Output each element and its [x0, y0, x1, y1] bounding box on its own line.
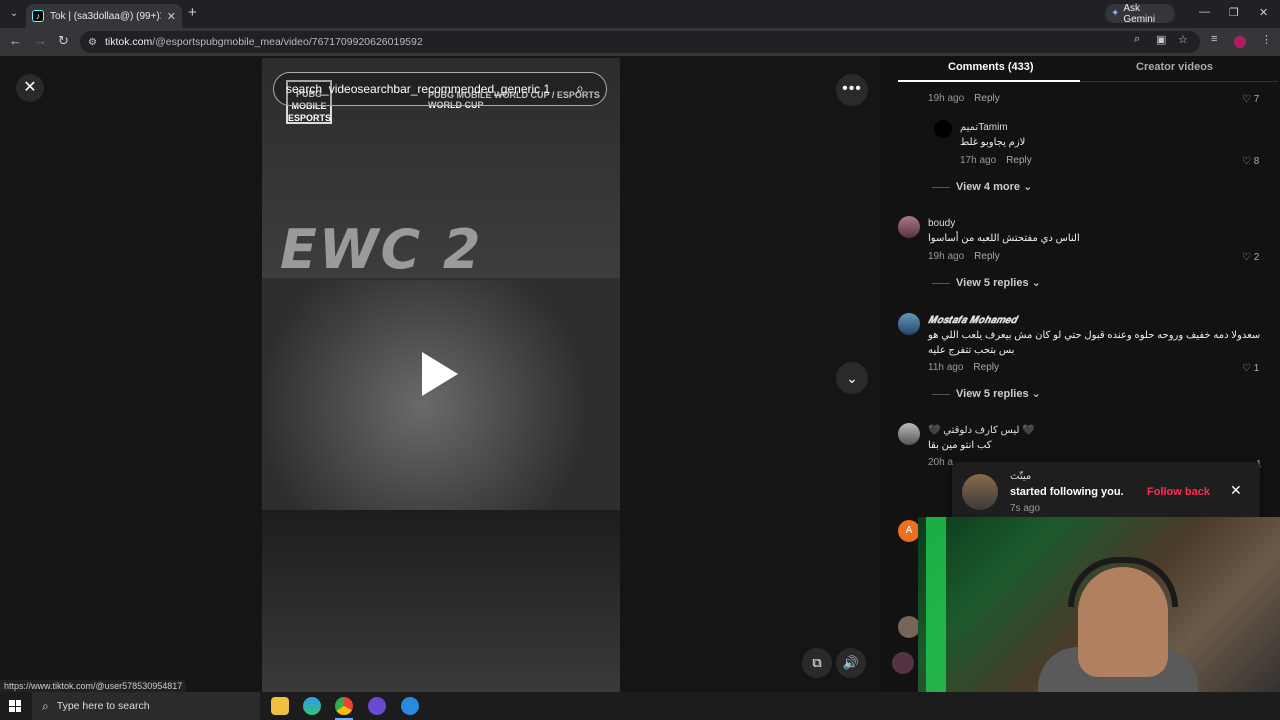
- gemini-icon: ✦: [1111, 8, 1120, 19]
- media-controls-icon[interactable]: ≡: [1211, 33, 1217, 45]
- file-explorer-icon[interactable]: [271, 697, 289, 715]
- new-tab-button[interactable]: +: [188, 5, 197, 20]
- view-replies[interactable]: View 5 replies ⌄: [932, 387, 1041, 400]
- video-player[interactable]: EWC 2 PUBG MOBILE ESPORTS PUBG MOBILE WO…: [262, 58, 620, 694]
- search-icon[interactable]: ⌕: [576, 80, 594, 98]
- tab-close-icon[interactable]: ✕: [167, 10, 176, 23]
- comment-meta: 11h ago Reply: [928, 362, 999, 373]
- comment-text: كب انتو مين بقا: [928, 440, 992, 451]
- address-bar[interactable]: ⚙ tiktok.com/@esportspubgmobile_mea/vide…: [80, 31, 1200, 53]
- site-info-icon[interactable]: ⚙: [88, 37, 97, 48]
- avatar[interactable]: [892, 652, 914, 674]
- comment-text: لازم يجاوبو غلط: [960, 137, 1026, 148]
- comment-author[interactable]: تميمTamim: [960, 122, 1008, 133]
- search-input[interactable]: search_videosearchbar_recommended_generi…: [286, 82, 576, 96]
- browser-toolbar: ← → ↻ ⚙ tiktok.com/@esportspubgmobile_me…: [0, 28, 1280, 56]
- tab-title: Tok | (sa3dollaa@) سعدولا(+99): [50, 10, 161, 22]
- reload-icon[interactable]: ↻: [58, 34, 69, 48]
- reply-button[interactable]: Reply: [974, 251, 1000, 262]
- minimize-icon[interactable]: —: [1199, 6, 1210, 18]
- avatar[interactable]: A: [898, 520, 920, 542]
- headset-icon: [1068, 557, 1178, 607]
- chrome-icon[interactable]: [335, 697, 353, 715]
- comment-text: الناس دي مفتحتش اللعبه من أساسوا: [928, 233, 1080, 244]
- active-tab-indicator: [898, 80, 1080, 82]
- reply-button[interactable]: Reply: [973, 362, 999, 373]
- tab-strip: ⌄ ♪ Tok | (sa3dollaa@) سعدولا(+99) ✕ + ✦…: [0, 0, 1280, 28]
- chevron-down-icon: ⌄: [1031, 277, 1041, 289]
- avatar[interactable]: [898, 313, 920, 335]
- obs-icon[interactable]: [368, 697, 386, 715]
- avatar[interactable]: [934, 120, 952, 138]
- avatar[interactable]: [898, 616, 920, 638]
- url-text: tiktok.com/@esportspubgmobile_mea/video/…: [104, 36, 423, 48]
- view-more-replies[interactable]: View 4 more ⌄: [932, 180, 1032, 193]
- tab-creator-videos[interactable]: Creator videos: [1136, 61, 1213, 73]
- reply-button[interactable]: Reply: [1006, 155, 1032, 166]
- comment-meta: 19h ago Reply: [928, 251, 1000, 262]
- browser-tab[interactable]: ♪ Tok | (sa3dollaa@) سعدولا(+99) ✕: [26, 4, 182, 28]
- volume-icon[interactable]: 🔊: [836, 648, 866, 678]
- avatar[interactable]: [898, 423, 920, 445]
- close-icon[interactable]: ✕: [1230, 482, 1242, 499]
- comment-author[interactable]: boudy: [928, 218, 955, 229]
- video-search-bar[interactable]: search_videosearchbar_recommended_generi…: [273, 72, 607, 106]
- comment-text-line2: بس بتحب تتفرج عليه: [928, 345, 1015, 356]
- comment-meta: 20h a: [928, 457, 954, 468]
- chevron-down-icon: ⌄: [1023, 181, 1033, 193]
- maximize-icon[interactable]: ❐: [1229, 6, 1239, 19]
- windows-taskbar: ⌕ Type here to search: [0, 692, 1280, 720]
- tiktok-icon: ♪: [32, 10, 44, 22]
- notification-username[interactable]: ميتّث: [1010, 471, 1031, 482]
- tab-search-menu-icon[interactable]: ⌄: [6, 6, 22, 22]
- bookmark-star-icon[interactable]: ☆: [1178, 33, 1188, 46]
- reply-button[interactable]: Reply: [974, 93, 1000, 104]
- neon-light-strip: [926, 517, 946, 720]
- zoom-icon[interactable]: ⌕: [1134, 33, 1140, 46]
- video-frame-bottom: [262, 510, 620, 694]
- ask-gemini-button[interactable]: ✦ Ask Gemini: [1105, 2, 1175, 25]
- comment-likes[interactable]: ♡ 7: [1242, 94, 1259, 105]
- comment-author[interactable]: 🖤 ليس كارف دلوقتي 🖤: [928, 425, 1035, 436]
- taskbar-search-placeholder: Type here to search: [56, 700, 150, 712]
- search-icon: ⌕: [42, 698, 49, 713]
- follow-back-button[interactable]: Follow back: [1147, 486, 1210, 498]
- follow-notification: ميتّث started following you. 7s ago Foll…: [952, 462, 1260, 520]
- notification-time: 7s ago: [1010, 503, 1041, 514]
- avatar[interactable]: [898, 216, 920, 238]
- back-icon[interactable]: ←: [9, 34, 22, 48]
- picture-in-picture-icon[interactable]: ⧉: [802, 648, 832, 678]
- more-options-icon[interactable]: •••: [836, 74, 868, 106]
- webcam-overlay: [918, 517, 1280, 720]
- comment-likes[interactable]: ♡ 1: [1242, 363, 1259, 374]
- ewc-overlay-text: EWC 2: [280, 218, 483, 281]
- browser-menu-icon[interactable]: ⋮: [1261, 33, 1272, 46]
- forward-icon[interactable]: →: [34, 34, 47, 48]
- play-icon[interactable]: [422, 352, 458, 396]
- taskbar-search[interactable]: ⌕ Type here to search: [32, 692, 260, 720]
- comment-author[interactable]: 𝑴𝒐𝒔𝒕𝒂𝒇𝒂 𝑴𝒐𝒉𝒂𝒎𝒆𝒅: [928, 315, 1017, 326]
- comment-likes[interactable]: ♡ 8: [1242, 156, 1259, 167]
- avatar[interactable]: [962, 474, 998, 510]
- app-icon[interactable]: [401, 697, 419, 715]
- comment-text: سعدولا دمه خفيف وروحه حلوه وعنده قبول حت…: [928, 330, 1261, 341]
- comment-meta: 19h ago Reply: [928, 93, 1000, 104]
- view-replies[interactable]: View 5 replies ⌄: [932, 276, 1041, 289]
- install-icon[interactable]: ▣: [1156, 33, 1166, 46]
- close-video-icon[interactable]: ✕: [16, 74, 44, 102]
- window-close-icon[interactable]: ✕: [1259, 6, 1268, 19]
- tab-comments[interactable]: Comments (433): [948, 61, 1034, 73]
- windows-start-icon[interactable]: [9, 700, 21, 712]
- comment-meta: 17h ago Reply: [960, 155, 1032, 166]
- comment-likes[interactable]: ♡ 2: [1242, 252, 1259, 263]
- chevron-down-icon[interactable]: ⌄: [836, 362, 868, 394]
- edge-icon[interactable]: [303, 697, 321, 715]
- profile-avatar[interactable]: [1234, 36, 1246, 48]
- gemini-label: Ask Gemini: [1123, 2, 1156, 25]
- chevron-down-icon: ⌄: [1031, 388, 1041, 400]
- notification-text: started following you.: [1010, 486, 1124, 498]
- panel-tabs: Comments (433) Creator videos: [898, 56, 1278, 82]
